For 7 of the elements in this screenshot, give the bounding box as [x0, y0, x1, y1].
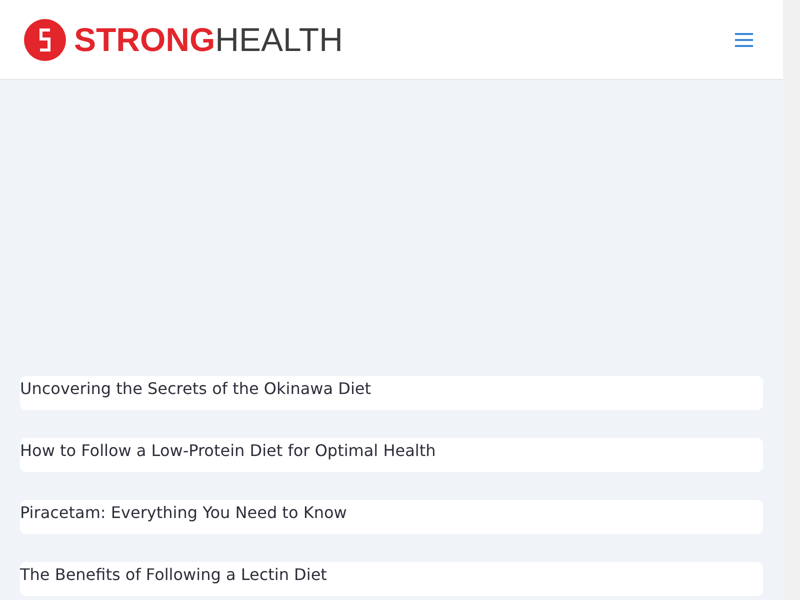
scrollbar[interactable] — [783, 0, 800, 600]
logo-icon — [24, 18, 66, 60]
post-title-link[interactable]: The Benefits of Following a Lectin Diet — [20, 562, 327, 588]
post-title-link[interactable]: Piracetam: Everything You Need to Know — [20, 500, 347, 526]
post-title-link[interactable]: How to Follow a Low-Protein Diet for Optimal Health — [20, 438, 436, 464]
post-title-link[interactable]: Uncovering the Secrets of the Okinawa Diet — [20, 376, 372, 402]
logo-text: STRONGHEALTH — [74, 20, 343, 60]
